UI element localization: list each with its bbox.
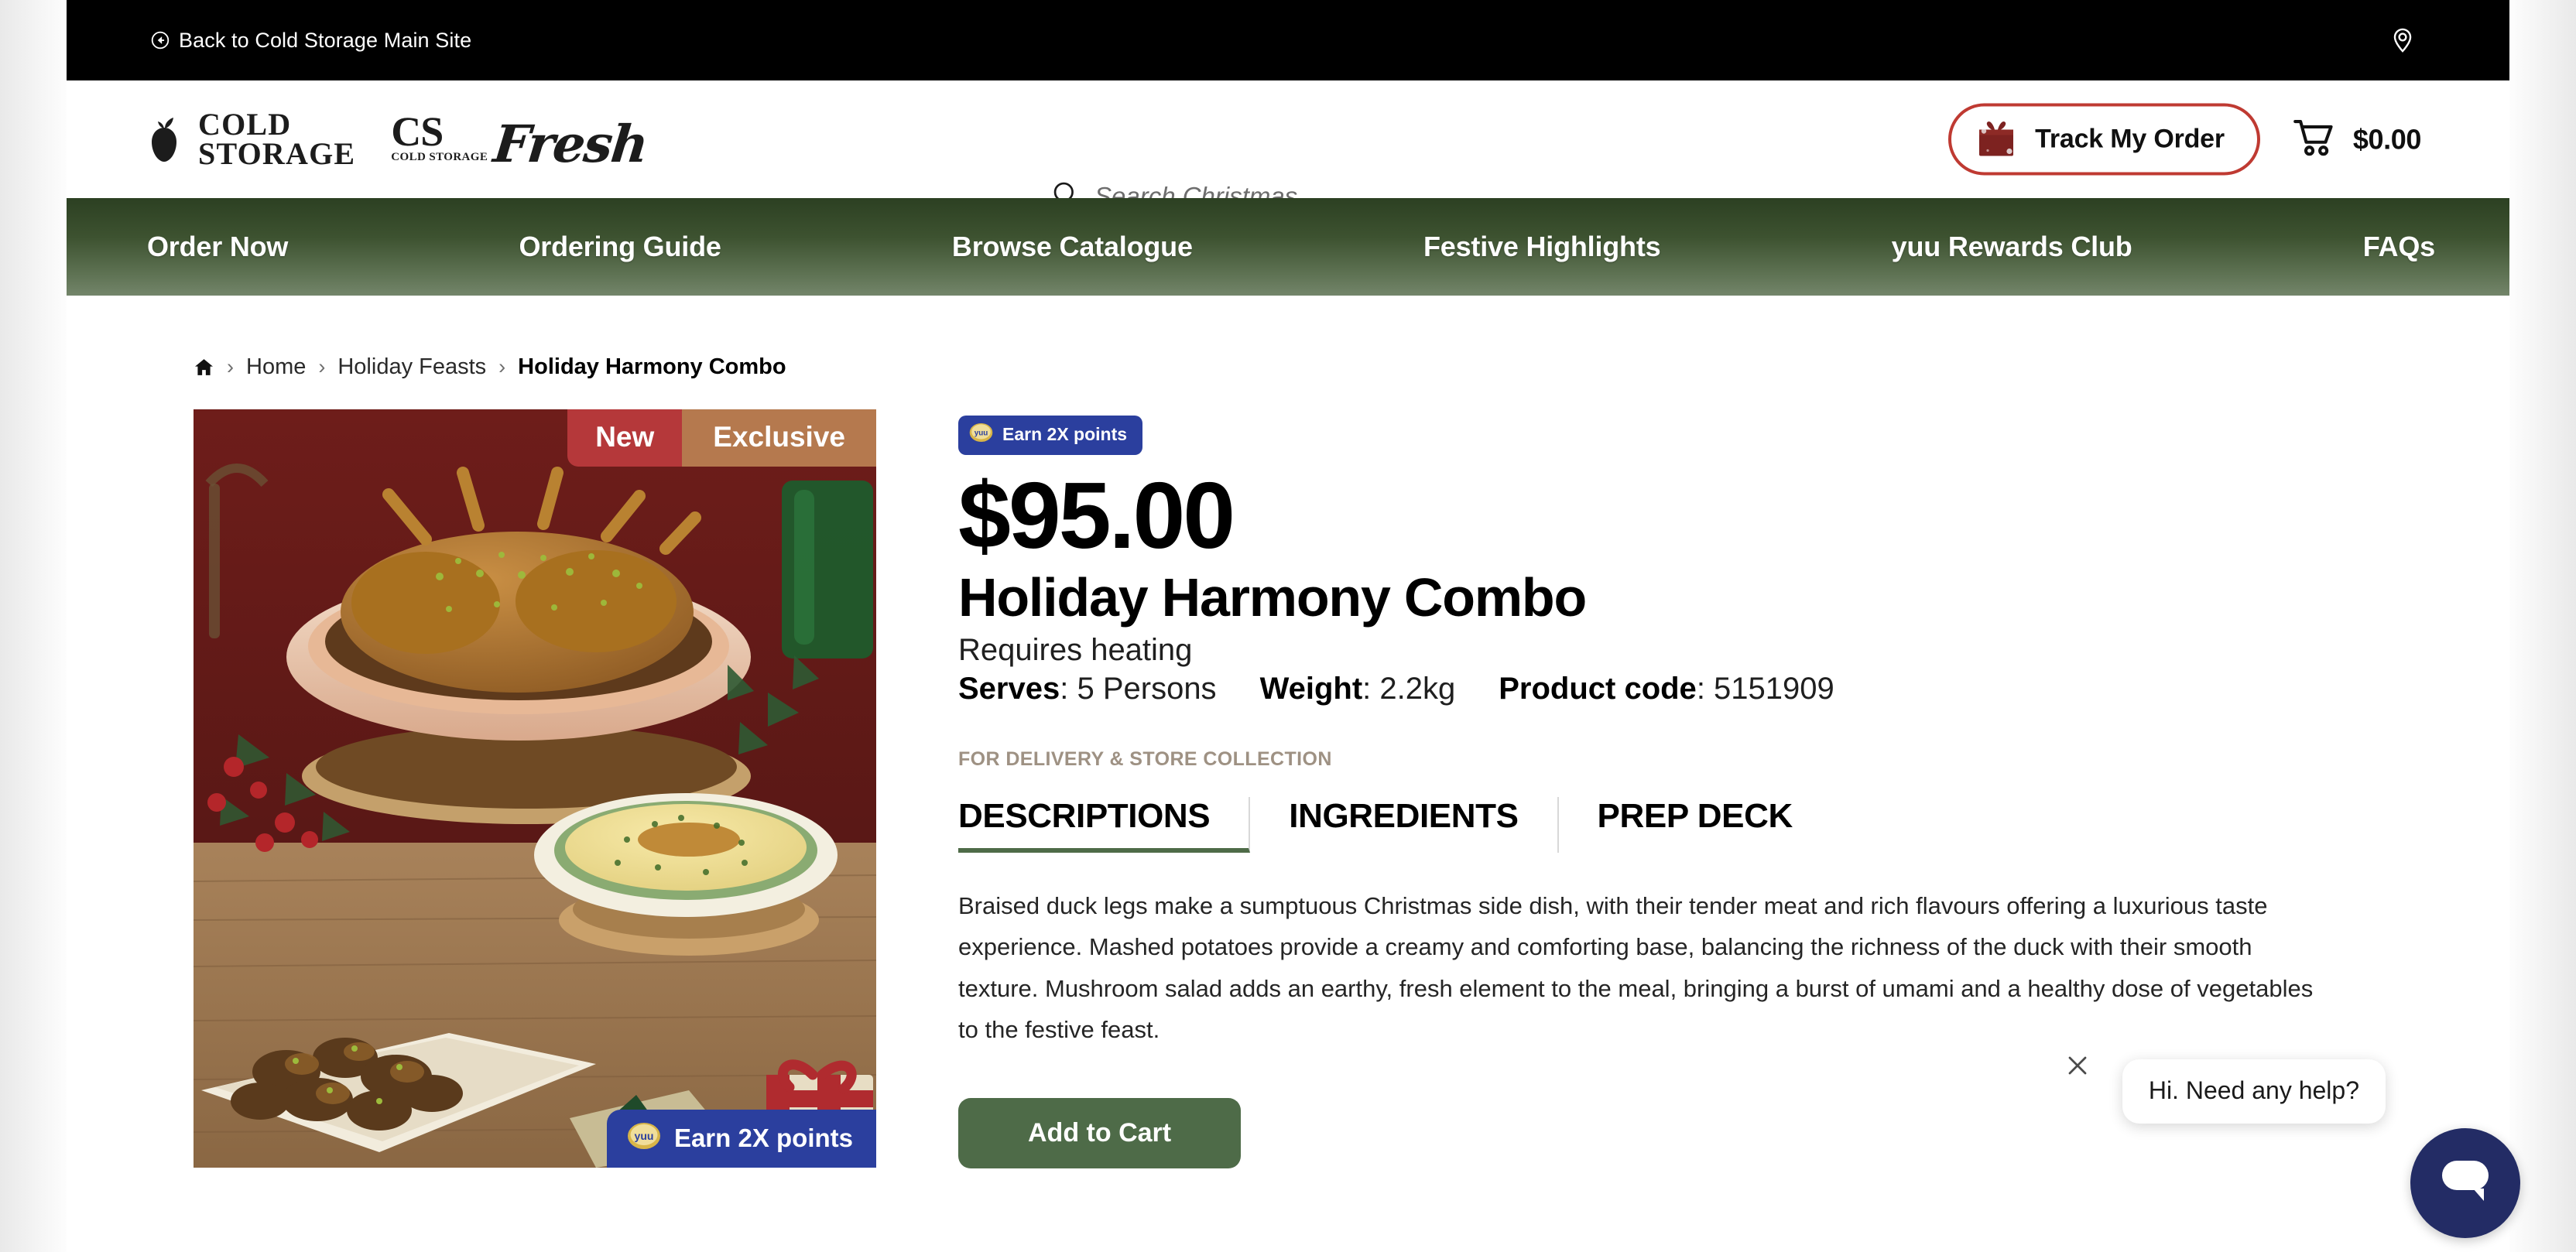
main-navigation: Order Now Ordering Guide Browse Catalogu… <box>67 198 2509 296</box>
add-to-cart-button[interactable]: Add to Cart <box>958 1098 1242 1169</box>
breadcrumb-item-home[interactable]: Home <box>246 354 306 380</box>
spec-weight-label: Weight <box>1259 671 1363 706</box>
spec-product-code: Product code: 5151909 <box>1499 671 1834 706</box>
tab-prep-deck[interactable]: PREP DECK <box>1559 797 1831 853</box>
yuu-coin-icon: yuu <box>969 422 993 446</box>
utility-topbar: Back to Cold Storage Main Site <box>67 0 2509 80</box>
spec-code-value: : 5151909 <box>1696 671 1834 706</box>
breadcrumb-item-holiday-feasts[interactable]: Holiday Feasts <box>337 354 486 380</box>
svg-text:yuu: yuu <box>975 429 988 438</box>
cold-storage-logo[interactable]: COLD STORAGE <box>141 106 356 171</box>
breadcrumb-item-current: Holiday Harmony Combo <box>518 354 786 379</box>
logo-line-1: COLD <box>198 106 292 142</box>
chat-greeting-bubble[interactable]: Hi. Need any help? <box>2122 1059 2386 1124</box>
page-gutter-right <box>2509 0 2576 1252</box>
cs-fresh-script: Fresh <box>491 113 651 174</box>
badge-exclusive: Exclusive <box>682 409 876 467</box>
tab-descriptions[interactable]: DESCRIPTIONS <box>958 796 1251 853</box>
breadcrumb-separator: › <box>318 355 326 378</box>
back-arrow-circle-icon <box>150 30 170 50</box>
yuu-coin-icon: yuu <box>627 1122 661 1154</box>
delivery-availability-note: FOR DELIVERY & STORE COLLECTION <box>958 747 1332 770</box>
location-pin-icon[interactable] <box>2389 26 2417 54</box>
spec-code-label: Product code <box>1499 671 1697 706</box>
track-my-order-label: Track My Order <box>2035 124 2225 154</box>
nav-item-yuu-rewards-club[interactable]: yuu Rewards Club <box>1892 231 2132 263</box>
product-info: yuu Earn 2X points $95.00 Holiday Harmon… <box>958 409 2509 1169</box>
chat-bubble-icon <box>2439 1158 2492 1209</box>
svg-text:yuu: yuu <box>634 1130 653 1142</box>
product-price: $95.00 <box>958 463 1235 568</box>
site-logo[interactable]: COLD STORAGE CS COLD STORAGE Fresh <box>141 106 651 174</box>
shopping-cart-icon <box>2293 118 2336 162</box>
heating-note: Requires heating <box>958 632 1193 667</box>
spec-serves: Serves: 5 Persons <box>958 671 1217 706</box>
cs-fresh-logo[interactable]: CS COLD STORAGE Fresh <box>391 111 651 174</box>
track-my-order-button[interactable]: Track My Order <box>1948 103 2260 176</box>
breadcrumb: › Home › Holiday Feasts › Holiday Harmon… <box>194 354 2509 380</box>
badge-new: New <box>567 409 683 467</box>
back-to-main-site-link[interactable]: Back to Cold Storage Main Site <box>150 29 471 53</box>
breadcrumb-separator: › <box>227 355 234 378</box>
cart-button[interactable]: $0.00 <box>2293 118 2421 162</box>
cold-storage-wordmark: COLD STORAGE <box>198 106 356 171</box>
nav-item-browse-catalogue[interactable]: Browse Catalogue <box>952 231 1193 263</box>
nav-item-ordering-guide[interactable]: Ordering Guide <box>519 231 721 263</box>
breadcrumb-separator: › <box>498 355 506 378</box>
product-image[interactable] <box>194 409 876 1168</box>
site-header: COLD STORAGE CS COLD STORAGE Fresh Searc… <box>67 80 2509 225</box>
apple-logo-icon <box>141 114 189 165</box>
tab-ingredients[interactable]: INGREDIENTS <box>1250 796 1559 853</box>
badge-earn-points-label: Earn 2X points <box>673 1123 853 1152</box>
spec-serves-value: : 5 Persons <box>1060 671 1217 706</box>
nav-item-order-now[interactable]: Order Now <box>147 231 288 263</box>
badge-earn-points-label: Earn 2X points <box>1002 424 1128 444</box>
header-actions: Track My Order $0.00 <box>1948 103 2421 176</box>
spec-weight: Weight: 2.2kg <box>1260 671 1456 706</box>
gift-box-icon <box>1975 118 2018 162</box>
chat-close-button[interactable] <box>2054 1043 2102 1091</box>
cs-fresh-cs-block: CS COLD STORAGE <box>391 111 488 165</box>
product-image-badges: New Exclusive <box>567 409 876 467</box>
nav-item-festive-highlights[interactable]: Festive Highlights <box>1423 231 1661 263</box>
product-gallery: New Exclusive yuu Earn 2X points <box>194 409 876 1168</box>
spec-serves-label: Serves <box>958 671 1060 706</box>
cs-fresh-subtitle: COLD STORAGE <box>391 151 488 164</box>
nav-item-faqs[interactable]: FAQs <box>2363 231 2435 263</box>
close-icon <box>2066 1054 2089 1081</box>
cs-fresh-cs: CS <box>391 108 444 155</box>
product-tabs: DESCRIPTIONS INGREDIENTS PREP DECK <box>958 796 2509 853</box>
badge-earn-points-info: yuu Earn 2X points <box>958 416 1143 455</box>
page-gutter-left <box>0 0 67 1252</box>
page-title: Holiday Harmony Combo <box>958 567 1587 628</box>
badge-earn-points-image: yuu Earn 2X points <box>606 1110 876 1168</box>
spec-weight-value: : 2.2kg <box>1362 671 1456 706</box>
product-detail: New Exclusive yuu Earn 2X points yuu Ear… <box>194 409 2509 1169</box>
back-to-main-site-label: Back to Cold Storage Main Site <box>179 28 472 52</box>
chat-launcher-button[interactable] <box>2410 1128 2520 1238</box>
product-description: Braised duck legs make a sumptuous Chris… <box>958 891 2314 1043</box>
page-root: Back to Cold Storage Main Site COLD STOR… <box>0 0 2576 1252</box>
product-specs: Serves: 5 Persons Weight: 2.2kg Product … <box>958 671 2509 706</box>
logo-line-2: STORAGE <box>198 136 356 171</box>
home-icon[interactable] <box>194 357 214 378</box>
cart-total: $0.00 <box>2352 123 2421 155</box>
